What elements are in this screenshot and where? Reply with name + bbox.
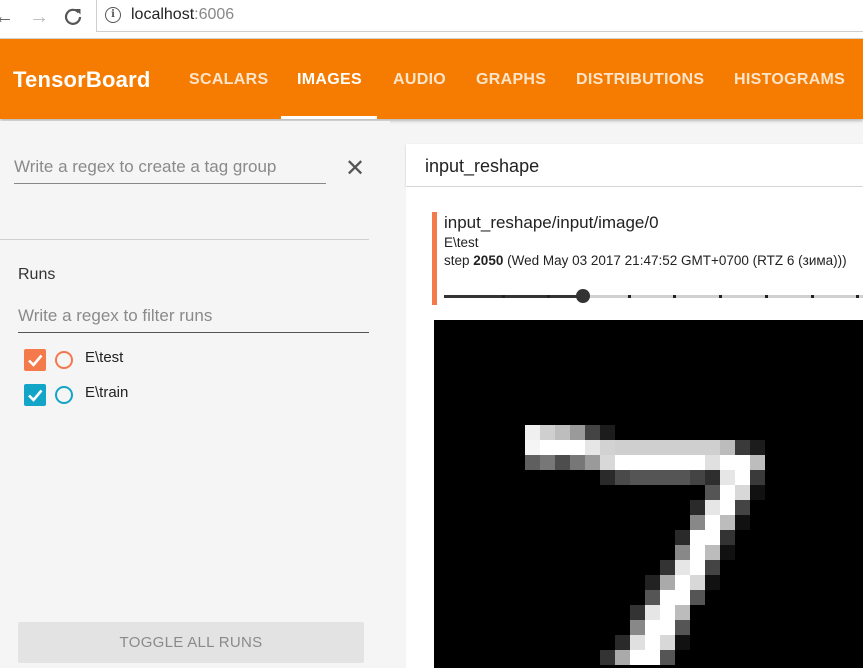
step-timestamp: (Wed May 03 2017 21:47:52 GMT+0700 (RTZ … xyxy=(507,253,847,268)
run-filter-input[interactable]: Write a regex to filter runs xyxy=(18,306,369,333)
tab-images[interactable]: IMAGES xyxy=(297,71,362,89)
run-item-test[interactable]: E\test xyxy=(24,349,324,371)
slider-tick xyxy=(502,295,505,298)
slider-tick xyxy=(765,295,768,298)
checkbox-checked-icon[interactable] xyxy=(24,349,46,371)
back-icon[interactable]: ← xyxy=(0,7,14,27)
run-label: E\train xyxy=(85,384,129,401)
sidebar: Write a regex to create a tag group ✕ Ru… xyxy=(0,121,390,668)
slider-tick xyxy=(673,295,676,298)
step-slider-fill xyxy=(444,295,583,298)
tab-scalars[interactable]: SCALARS xyxy=(189,71,268,89)
tab-graphs[interactable]: GRAPHS xyxy=(476,71,546,89)
main-panel: input_reshape input_reshape/input/image/… xyxy=(390,121,863,668)
image-card: input_reshape/input/image/0 E\test step … xyxy=(406,187,863,668)
slider-tick xyxy=(856,295,859,298)
image-run-name: E\test xyxy=(444,235,479,250)
slider-tick xyxy=(719,295,722,298)
app-title: TensorBoard xyxy=(13,67,151,92)
slider-tick xyxy=(811,295,814,298)
address-bar[interactable]: i localhost:6006 xyxy=(96,0,863,32)
image-step-info: step 2050 (Wed May 03 2017 21:47:52 GMT+… xyxy=(444,253,847,268)
tab-distributions[interactable]: DISTRIBUTIONS xyxy=(576,71,704,89)
run-color-bar xyxy=(432,212,437,305)
toggle-all-runs-button[interactable]: TOGGLE ALL RUNS xyxy=(18,622,364,663)
run-item-train[interactable]: E\train xyxy=(24,384,324,406)
tag-group-header[interactable]: input_reshape xyxy=(406,144,863,186)
tab-audio[interactable]: AUDIO xyxy=(393,71,446,89)
run-color-circle-icon[interactable] xyxy=(55,351,73,369)
step-number: 2050 xyxy=(473,253,504,268)
slider-tick xyxy=(628,295,631,298)
tab-histograms[interactable]: HISTOGRAMS xyxy=(734,71,845,89)
runs-heading: Runs xyxy=(18,266,56,283)
url-text: localhost:6006 xyxy=(131,6,235,23)
mnist-digit-image xyxy=(434,320,863,668)
run-label: E\test xyxy=(85,349,124,366)
forward-icon[interactable]: → xyxy=(29,7,49,27)
info-icon[interactable]: i xyxy=(105,7,121,23)
browser-toolbar: ← → i localhost:6006 xyxy=(0,0,863,39)
slider-tick xyxy=(547,295,550,298)
sidebar-divider xyxy=(0,239,369,240)
run-color-circle-icon[interactable] xyxy=(55,386,73,404)
step-slider-knob[interactable] xyxy=(576,289,590,303)
image-tag-title: input_reshape/input/image/0 xyxy=(444,213,659,232)
checkbox-checked-icon[interactable] xyxy=(24,384,46,406)
reload-icon[interactable] xyxy=(63,7,83,31)
digit-seven-image xyxy=(525,425,765,665)
tag-group-regex-input[interactable]: Write a regex to create a tag group xyxy=(14,157,326,184)
active-tab-indicator xyxy=(281,116,377,119)
tag-group-title: input_reshape xyxy=(425,156,540,176)
app-header: TensorBoard SCALARS IMAGES AUDIO GRAPHS … xyxy=(0,39,863,119)
close-icon[interactable]: ✕ xyxy=(345,157,365,181)
